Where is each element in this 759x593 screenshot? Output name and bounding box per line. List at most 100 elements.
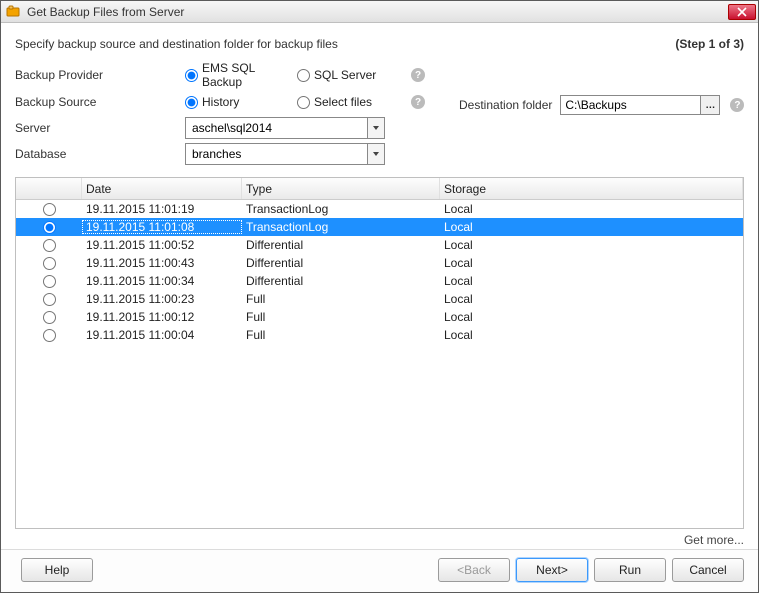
row-storage: Local (440, 256, 743, 270)
table-row[interactable]: 19.11.2015 11:00:23FullLocal (16, 290, 743, 308)
row-date: 19.11.2015 11:00:04 (82, 328, 242, 342)
backup-source-label: Backup Source (15, 95, 185, 109)
row-radio[interactable] (43, 257, 56, 270)
back-button[interactable]: <Back (438, 558, 510, 582)
row-date: 19.11.2015 11:00:52 (82, 238, 242, 252)
row-select-cell[interactable] (16, 257, 82, 270)
help-icon[interactable]: ? (411, 68, 425, 82)
database-combo[interactable] (185, 143, 385, 165)
run-button[interactable]: Run (594, 558, 666, 582)
provider-ems-option[interactable]: EMS SQL Backup (185, 61, 291, 89)
titlebar: Get Backup Files from Server (1, 1, 758, 23)
table-row[interactable]: 19.11.2015 11:00:52DifferentialLocal (16, 236, 743, 254)
table-row[interactable]: 19.11.2015 11:01:08TransactionLogLocal (16, 218, 743, 236)
server-label: Server (15, 121, 185, 135)
next-button[interactable]: Next> (516, 558, 588, 582)
row-storage: Local (440, 292, 743, 306)
row-type: Full (242, 310, 440, 324)
database-dropdown-button[interactable] (367, 143, 385, 165)
row-type: Differential (242, 274, 440, 288)
row-date: 19.11.2015 11:00:43 (82, 256, 242, 270)
row-storage: Local (440, 238, 743, 252)
dialog-window: Get Backup Files from Server Specify bac… (0, 0, 759, 593)
backup-grid: Date Type Storage 19.11.2015 11:01:19Tra… (15, 177, 744, 529)
row-storage: Local (440, 274, 743, 288)
table-row[interactable]: 19.11.2015 11:00:04FullLocal (16, 326, 743, 344)
chevron-down-icon (372, 124, 380, 132)
row-radio[interactable] (43, 239, 56, 252)
table-row[interactable]: 19.11.2015 11:00:12FullLocal (16, 308, 743, 326)
row-storage: Local (440, 328, 743, 342)
destination-input[interactable] (560, 95, 700, 115)
grid-header: Date Type Storage (16, 178, 743, 200)
row-radio[interactable] (43, 293, 56, 306)
row-type: Full (242, 292, 440, 306)
help-icon[interactable]: ? (411, 95, 425, 109)
cancel-button[interactable]: Cancel (672, 558, 744, 582)
row-select-cell[interactable] (16, 311, 82, 324)
grid-body[interactable]: 19.11.2015 11:01:19TransactionLogLocal19… (16, 200, 743, 528)
row-type: TransactionLog (242, 220, 440, 234)
row-date: 19.11.2015 11:00:34 (82, 274, 242, 288)
row-type: Full (242, 328, 440, 342)
database-input[interactable] (185, 143, 367, 165)
source-selectfiles-label: Select files (314, 95, 372, 109)
backup-provider-label: Backup Provider (15, 68, 185, 82)
table-row[interactable]: 19.11.2015 11:00:34DifferentialLocal (16, 272, 743, 290)
table-row[interactable]: 19.11.2015 11:00:43DifferentialLocal (16, 254, 743, 272)
server-combo[interactable] (185, 117, 385, 139)
provider-sqlserver-radio[interactable] (297, 69, 310, 82)
destination-label: Destination folder (459, 98, 552, 112)
source-selectfiles-radio[interactable] (297, 96, 310, 109)
grid-col-storage[interactable]: Storage (440, 178, 743, 199)
row-radio[interactable] (43, 275, 56, 288)
provider-sqlserver-option[interactable]: SQL Server (297, 68, 403, 82)
form-area: Backup Provider EMS SQL Backup SQL Serve… (1, 61, 758, 173)
row-select-cell[interactable] (16, 275, 82, 288)
row-radio[interactable] (43, 203, 56, 216)
row-date: 19.11.2015 11:01:19 (82, 202, 242, 216)
row-storage: Local (440, 202, 743, 216)
source-history-label: History (202, 95, 239, 109)
footer: Help <Back Next> Run Cancel (1, 549, 758, 592)
row-select-cell[interactable] (16, 239, 82, 252)
source-selectfiles-option[interactable]: Select files (297, 95, 403, 109)
ellipsis-icon: … (705, 100, 715, 111)
row-select-cell[interactable] (16, 221, 82, 234)
wizard-description: Specify backup source and destination fo… (15, 37, 338, 51)
provider-radio-group: EMS SQL Backup SQL Server ? (185, 61, 425, 89)
grid-col-date[interactable]: Date (82, 178, 242, 199)
get-more-link[interactable]: Get more... (1, 529, 758, 549)
wizard-header: Specify backup source and destination fo… (1, 23, 758, 61)
row-select-cell[interactable] (16, 203, 82, 216)
provider-ems-label: EMS SQL Backup (202, 61, 291, 89)
provider-sqlserver-label: SQL Server (314, 68, 376, 82)
browse-button[interactable]: … (700, 95, 720, 115)
row-select-cell[interactable] (16, 293, 82, 306)
row-storage: Local (440, 220, 743, 234)
row-type: Differential (242, 256, 440, 270)
grid-col-type[interactable]: Type (242, 178, 440, 199)
row-radio[interactable] (43, 311, 56, 324)
server-dropdown-button[interactable] (367, 117, 385, 139)
source-radio-group: History Select files ? (185, 95, 425, 109)
help-icon[interactable]: ? (730, 98, 744, 112)
server-input[interactable] (185, 117, 367, 139)
app-icon (5, 4, 21, 20)
source-history-radio[interactable] (185, 96, 198, 109)
row-radio[interactable] (43, 329, 56, 342)
grid-col-select[interactable] (16, 178, 82, 199)
source-history-option[interactable]: History (185, 95, 291, 109)
row-date: 19.11.2015 11:01:08 (82, 220, 242, 234)
row-type: TransactionLog (242, 202, 440, 216)
row-date: 19.11.2015 11:00:23 (82, 292, 242, 306)
row-date: 19.11.2015 11:00:12 (82, 310, 242, 324)
close-button[interactable] (728, 4, 756, 20)
row-storage: Local (440, 310, 743, 324)
row-select-cell[interactable] (16, 329, 82, 342)
provider-ems-radio[interactable] (185, 69, 198, 82)
help-button[interactable]: Help (21, 558, 93, 582)
database-label: Database (15, 147, 185, 161)
table-row[interactable]: 19.11.2015 11:01:19TransactionLogLocal (16, 200, 743, 218)
row-radio[interactable] (43, 221, 56, 234)
